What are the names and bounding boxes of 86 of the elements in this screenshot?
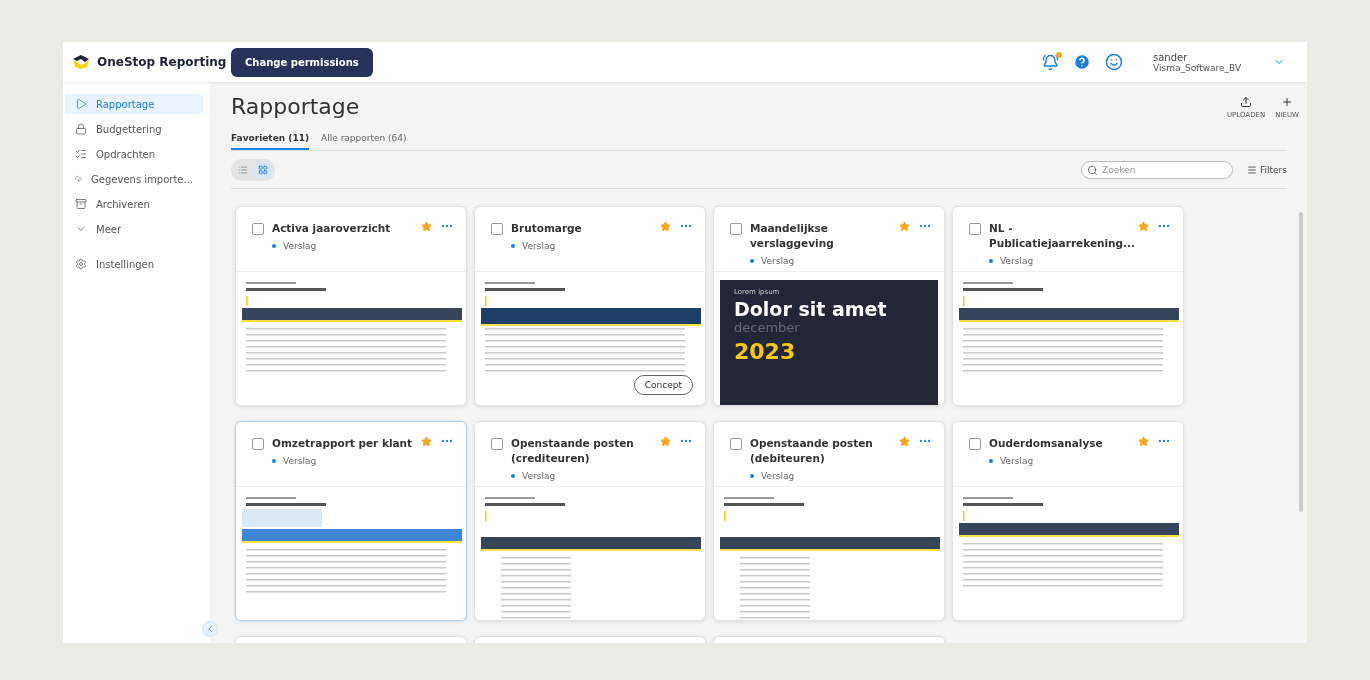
type-dot-icon xyxy=(989,459,993,463)
report-type: Verslag xyxy=(1000,256,1034,266)
favorite-star-icon[interactable] xyxy=(899,436,910,447)
favorite-star-icon[interactable] xyxy=(1138,436,1149,447)
report-card[interactable]: Omzetrapport per klant Verslag xyxy=(235,421,467,621)
report-card[interactable]: Brutomarge Verslag Concept xyxy=(474,206,706,406)
tab[interactable]: Favorieten (11) xyxy=(231,133,310,150)
type-dot-icon xyxy=(989,259,993,263)
type-dot-icon xyxy=(272,459,276,463)
scrollbar[interactable] xyxy=(1299,212,1303,512)
card-title: Maandelijkse verslaggeving xyxy=(750,221,835,251)
card-title: Openstaande posten (crediteuren) xyxy=(511,436,635,466)
logo-icon xyxy=(71,54,91,70)
checkbox[interactable] xyxy=(730,438,742,450)
search-field[interactable]: Zoeken xyxy=(1081,161,1233,179)
report-type: Verslag xyxy=(522,241,556,251)
favorite-star-icon[interactable] xyxy=(660,436,671,447)
archive-icon xyxy=(75,198,87,210)
card-title: Ouderdomsanalyse xyxy=(989,436,1104,451)
checkbox[interactable] xyxy=(730,223,742,235)
card-title: Activa jaaroverzicht xyxy=(272,221,392,236)
sidebar-item[interactable]: Meer xyxy=(65,219,203,239)
smiley-icon[interactable] xyxy=(1105,53,1123,71)
cover-year: 2023 xyxy=(734,339,797,364)
collapse-sidebar-button[interactable] xyxy=(202,621,218,637)
tab[interactable]: Alle rapporten (64) xyxy=(321,133,407,150)
checkbox[interactable] xyxy=(252,223,264,235)
favorite-star-icon[interactable] xyxy=(421,221,432,232)
favorite-star-icon[interactable] xyxy=(421,436,432,447)
checkbox[interactable] xyxy=(969,223,981,235)
sidebar-item[interactable]: Budgettering xyxy=(65,119,203,139)
play-icon xyxy=(75,98,87,110)
card-title: Openstaande posten (debiteuren) xyxy=(750,436,874,466)
status-badge: Concept xyxy=(633,375,693,395)
upload-icon xyxy=(1240,96,1253,108)
grid-view-button[interactable] xyxy=(253,161,273,179)
plus-icon xyxy=(1281,96,1294,108)
checkbox[interactable] xyxy=(252,438,264,450)
favorite-star-icon[interactable] xyxy=(660,221,671,232)
help-icon[interactable] xyxy=(1073,53,1091,71)
report-card[interactable]: Activa jaaroverzicht Verslag xyxy=(235,206,467,406)
card-title: Brutomarge xyxy=(511,221,583,236)
report-type: Verslag xyxy=(761,256,795,266)
report-card[interactable]: Openstaande posten (crediteuren) Verslag xyxy=(474,421,706,621)
type-dot-icon xyxy=(750,474,754,478)
report-type: Verslag xyxy=(283,456,317,466)
menu-icon xyxy=(1247,165,1257,175)
sidebar-item[interactable]: Gegevens importe... xyxy=(65,169,203,189)
brand-name: OneStop Reporting xyxy=(97,55,227,69)
report-type: Verslag xyxy=(522,471,556,481)
type-dot-icon xyxy=(511,244,515,248)
checklist-icon xyxy=(75,148,87,160)
company-name: Visma_Software_BV xyxy=(1153,62,1243,73)
cover-month: december xyxy=(734,320,801,335)
page-title: Rapportage xyxy=(231,94,360,119)
cloud-icon xyxy=(75,173,83,185)
user-name: sander xyxy=(1153,51,1189,63)
type-dot-icon xyxy=(272,244,276,248)
sidebar-item[interactable]: Opdrachten xyxy=(65,144,203,164)
filters-button[interactable]: Filters xyxy=(1247,165,1287,175)
report-type: Verslag xyxy=(761,471,795,481)
sidebar-item[interactable]: Rapportage xyxy=(65,94,203,114)
sidebar-item[interactable]: Archiveren xyxy=(65,194,203,214)
cover-headline: Dolor sit amet xyxy=(734,298,888,320)
type-dot-icon xyxy=(750,259,754,263)
grid-icon xyxy=(258,165,268,175)
lock-icon xyxy=(75,123,87,135)
report-type: Verslag xyxy=(283,241,317,251)
report-card[interactable]: Openstaande posten (debiteuren) Verslag xyxy=(713,421,945,621)
report-type: Verslag xyxy=(1000,456,1034,466)
checkbox[interactable] xyxy=(491,438,503,450)
favorite-star-icon[interactable] xyxy=(899,221,910,232)
card-title: Omzetrapport per klant xyxy=(272,436,413,451)
checkbox[interactable] xyxy=(491,223,503,235)
notification-bell-icon[interactable] xyxy=(1042,53,1059,71)
sidebar-item[interactable]: Instellingen xyxy=(65,254,203,274)
type-dot-icon xyxy=(511,474,515,478)
favorite-star-icon[interactable] xyxy=(1138,221,1149,232)
change-permissions-button[interactable]: Change permissions xyxy=(231,47,373,77)
checkbox[interactable] xyxy=(969,438,981,450)
search-icon xyxy=(1087,165,1098,176)
chevron-left-icon xyxy=(205,624,215,634)
report-card[interactable]: NL - Publicatiejaarrekening... Verslag xyxy=(952,206,1184,406)
settings-icon xyxy=(75,258,87,270)
list-icon xyxy=(238,165,248,175)
report-card[interactable]: Ouderdomsanalyse Verslag xyxy=(952,421,1184,621)
